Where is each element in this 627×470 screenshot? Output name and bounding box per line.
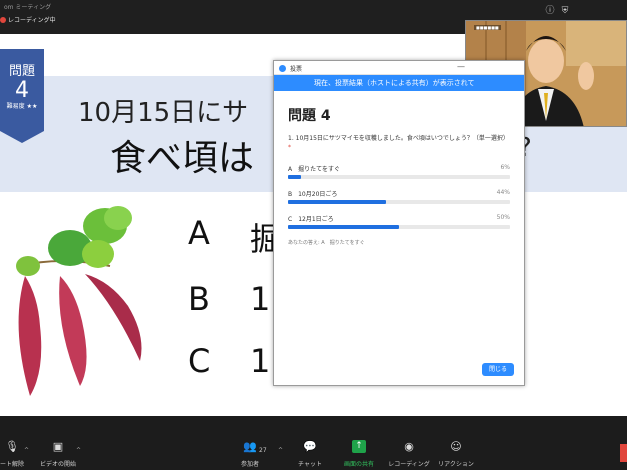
share-screen-label: 画面の共有 [343, 461, 374, 468]
poll-option-bar-fill [288, 175, 302, 179]
poll-window-title: 投票 [290, 66, 303, 73]
video-off-icon: ▣ [52, 440, 64, 453]
microphone-muted-icon: 🎙 [5, 440, 19, 453]
window-title: om ミーティング [4, 4, 52, 11]
minimize-button[interactable]: — [457, 62, 465, 71]
slide-question-line2: 食べ頃は [110, 138, 255, 179]
slide-question-line1: 10月15日にサ [78, 98, 249, 128]
start-video-button[interactable]: ▣ ビデオの開始 [30, 440, 86, 468]
poll-option-bar-track [288, 175, 510, 179]
poll-option-bar-fill [288, 225, 399, 229]
poll-option-percent: 6% [500, 164, 510, 171]
chat-label: チャット [298, 461, 322, 468]
participants-count: 27 [259, 447, 267, 454]
close-button[interactable]: 閉じる [482, 363, 514, 376]
video-options-caret[interactable]: ^ [76, 447, 81, 454]
meeting-toolbar: 🎙 ート解除 ^ ▣ ビデオの開始 ^ 👥 参加者 27 ^ 💬 チャット ↑ … [0, 416, 627, 470]
poll-option-percent: 44% [496, 189, 510, 196]
badge-difficulty: 難易度 ★★ [6, 103, 38, 110]
start-video-label: ビデオの開始 [39, 461, 76, 468]
reactions-button[interactable]: ☺ リアクション [428, 440, 484, 468]
poll-share-notice: 現在、投票結果（ホストによる共有）が表示されて [274, 75, 524, 91]
slide-option-c-letter: C [188, 342, 211, 380]
badge-number: 4 [15, 78, 29, 103]
poll-titlebar: 投票 — [274, 61, 524, 75]
poll-title: 問題 4 [288, 108, 331, 124]
poll-option-label: B 10月20日ごろ [288, 191, 338, 198]
question-badge: 問題 4 難易度 ★★ [0, 49, 44, 131]
end-meeting-button[interactable] [620, 444, 627, 462]
share-screen-icon: ↑ [352, 440, 366, 453]
slide-option-b-text: 1 [250, 280, 271, 318]
badge-tip [0, 131, 44, 143]
poll-option-bar-track [288, 225, 510, 229]
recording-label: レコーディング中 [8, 17, 56, 24]
slide-option-b-letter: B [188, 280, 210, 318]
participant-name-label: ■■■■■■ [474, 25, 501, 30]
record-icon [0, 16, 6, 23]
poll-question: 1. 10月15日にサツマイモを収穫しました。食べ頃はいつでしょう？（単一選択）… [288, 134, 510, 152]
required-mark: * [288, 144, 291, 151]
poll-option-label: C 12月1日ごろ [288, 216, 334, 223]
chat-icon: 💬 [303, 440, 317, 453]
recording-indicator[interactable]: レコーディング中 [0, 15, 56, 24]
participants-icon: 👥 [243, 440, 257, 453]
poll-option-percent: 50% [496, 214, 510, 221]
poll-option-label: A 掘りたてをすぐ [288, 166, 340, 173]
info-icon[interactable]: ⓘ [545, 6, 555, 16]
record-icon: ◉ [404, 440, 414, 453]
reactions-label: リアクション [438, 461, 474, 468]
participants-button[interactable]: 👥 参加者 [222, 440, 278, 468]
zoom-app-icon [279, 65, 286, 72]
your-answer: あなたの答え: A 掘りたてをすぐ [288, 240, 365, 246]
poll-results-dialog: 投票 — 現在、投票結果（ホストによる共有）が表示されて 問題 4 1. 10月… [273, 60, 525, 386]
share-screen-button[interactable]: ↑ 画面の共有 [331, 440, 387, 468]
poll-option-bar-track [288, 200, 510, 204]
slide-option-a-letter: A [188, 214, 210, 252]
shield-icon[interactable]: ⛨ [560, 6, 570, 16]
slide-option-c-text: 1 [250, 342, 271, 380]
reactions-icon: ☺ [450, 440, 462, 453]
chat-button[interactable]: 💬 チャット [282, 440, 338, 468]
poll-option-bar-fill [288, 200, 386, 204]
audio-options-caret[interactable]: ^ [24, 447, 29, 454]
sweet-potato-illustration [16, 206, 142, 396]
participants-label: 参加者 [240, 461, 259, 468]
poll-question-text: 1. 10月15日にサツマイモを収穫しました。食べ頃はいつでしょう？（単一選択） [288, 135, 509, 142]
badge-label: 問題 [8, 64, 35, 79]
